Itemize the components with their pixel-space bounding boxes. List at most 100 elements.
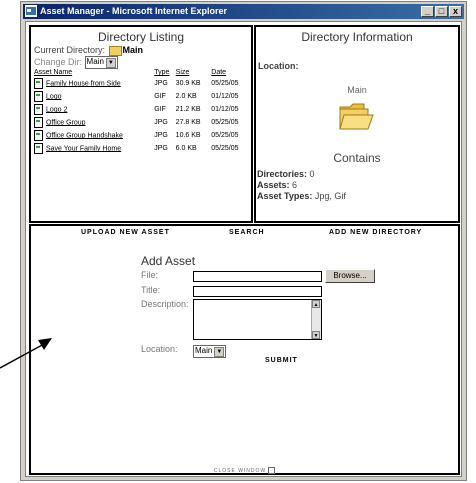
asset-date: 05/25/05 xyxy=(211,145,239,152)
browse-button[interactable]: Browse... xyxy=(325,269,375,283)
current-directory: Current Directory: Main xyxy=(34,45,143,56)
assets-table: Asset Name Type Size Date Family House f… xyxy=(34,69,250,155)
folder-icon xyxy=(339,103,374,130)
asset-type: GIF xyxy=(154,106,166,113)
close-window-label: CLOSE WINDOW xyxy=(213,467,267,474)
change-dir-label: Change Dir: xyxy=(34,56,83,67)
asset-size: 6.0 KB xyxy=(175,145,197,152)
asset-name-link[interactable]: Logo xyxy=(46,93,62,100)
asset-type: JPG xyxy=(154,132,168,139)
asset-size: 30.9 KB xyxy=(175,80,201,87)
file-input[interactable] xyxy=(193,271,322,282)
add-new-directory-link[interactable]: ADD NEW DIRECTORY xyxy=(329,229,422,236)
table-row[interactable]: Save Your Family Home JPG 6.0 KB 05/25/0… xyxy=(34,142,250,155)
current-directory-label: Current Directory: xyxy=(34,45,106,55)
change-directory: Change Dir: Main ▼ xyxy=(34,56,118,69)
location-label: Location: xyxy=(258,61,299,71)
search-link[interactable]: SEARCH xyxy=(229,229,265,236)
col-size[interactable]: Size xyxy=(176,69,212,77)
document-icon xyxy=(34,143,43,154)
asset-name-link[interactable]: Save Your Family Home xyxy=(46,145,121,152)
asset-date: 01/12/05 xyxy=(211,93,239,100)
assets-stat: Assets: 6 xyxy=(257,180,297,190)
scrollbar[interactable]: ▲ ▼ xyxy=(311,300,321,339)
table-row[interactable]: Family House from Side JPG 30.9 KB 05/25… xyxy=(34,77,250,90)
document-icon xyxy=(34,91,43,102)
asset-size: 2.0 KB xyxy=(175,93,197,100)
table-row[interactable]: Logo 2 GIF 21.2 KB 01/12/05 xyxy=(34,103,250,116)
assets-label: Assets: xyxy=(257,180,290,190)
table-row[interactable]: Office Group Handshake JPG 10.6 KB 05/25… xyxy=(34,129,250,142)
add-asset-panel: UPLOAD NEW ASSET SEARCH ADD NEW DIRECTOR… xyxy=(29,224,460,475)
location-select[interactable]: Main ▼ xyxy=(193,345,227,359)
scroll-up-icon[interactable]: ▲ xyxy=(312,300,320,308)
pointer-arrow xyxy=(0,338,52,369)
asset-date: 05/25/05 xyxy=(211,119,239,126)
location-label: Location: xyxy=(141,344,178,354)
col-type[interactable]: Type xyxy=(154,69,175,77)
asset-date: 01/12/05 xyxy=(211,106,239,113)
directory-listing-panel: Directory Listing Current Directory: Mai… xyxy=(29,25,253,223)
asset-type: GIF xyxy=(154,93,166,100)
window-title: Asset Manager - Microsoft Internet Explo… xyxy=(40,6,228,16)
asset-date: 05/25/05 xyxy=(211,132,239,139)
description-textarea[interactable]: ▲ ▼ xyxy=(193,299,322,340)
asset-size: 27.8 KB xyxy=(175,119,201,126)
assets-value: 6 xyxy=(292,180,298,190)
page-content: Directory Listing Current Directory: Mai… xyxy=(25,21,462,477)
close-icon xyxy=(268,467,276,474)
submit-button[interactable]: SUBMIT xyxy=(265,357,298,364)
directory-information-panel: Directory Information Location: Main Con… xyxy=(254,25,460,223)
asset-name-link[interactable]: Office Group xyxy=(46,119,86,126)
document-icon xyxy=(34,104,43,115)
table-row[interactable]: Office Group JPG 27.8 KB 05/25/05 xyxy=(34,116,250,129)
add-asset-title: Add Asset xyxy=(141,254,196,268)
asset-name-link[interactable]: Logo 2 xyxy=(46,106,67,113)
close-window-link[interactable]: CLOSE WINDOW xyxy=(31,467,458,474)
asset-size: 21.2 KB xyxy=(175,106,201,113)
title-bar: Asset Manager - Microsoft Internet Explo… xyxy=(23,4,464,19)
asset-type: JPG xyxy=(154,119,168,126)
minimize-button[interactable]: _ xyxy=(421,6,434,17)
col-asset-name[interactable]: Asset Name xyxy=(34,69,154,77)
directories-value: 0 xyxy=(309,169,315,179)
upload-new-asset-link[interactable]: UPLOAD NEW ASSET xyxy=(81,229,170,236)
col-date[interactable]: Date xyxy=(211,69,250,77)
asset-type: JPG xyxy=(154,80,168,87)
title-input[interactable] xyxy=(193,286,322,297)
asset-name-link[interactable]: Office Group Handshake xyxy=(46,132,123,139)
asset-size: 10.6 KB xyxy=(175,132,201,139)
asset-types-value: Jpg, Gif xyxy=(314,191,346,201)
asset-name-link[interactable]: Family House from Side xyxy=(46,80,121,87)
chevron-down-icon: ▼ xyxy=(214,347,225,358)
title-label: Title: xyxy=(141,285,161,295)
contains-title: Contains xyxy=(333,151,381,165)
browser-window: Asset Manager - Microsoft Internet Explo… xyxy=(20,1,467,481)
document-icon xyxy=(34,130,43,141)
document-icon xyxy=(34,117,43,128)
document-icon xyxy=(34,78,43,89)
directories-stat: Directories: 0 xyxy=(257,169,315,179)
current-directory-value: Main xyxy=(122,45,144,55)
directory-listing-title: Directory Listing xyxy=(97,30,185,44)
asset-types-label: Asset Types: xyxy=(257,191,313,201)
scroll-down-icon[interactable]: ▼ xyxy=(312,331,320,339)
file-label: File: xyxy=(141,270,159,280)
directory-information-title: Directory Information xyxy=(301,30,413,44)
location-value: Main xyxy=(195,346,213,356)
location-select-wrap: Main ▼ xyxy=(193,343,227,361)
asset-date: 05/25/05 xyxy=(211,80,239,87)
asset-type: JPG xyxy=(154,145,168,152)
folder-name: Main xyxy=(347,85,367,95)
directories-label: Directories: xyxy=(257,169,308,179)
close-button[interactable]: x xyxy=(449,6,462,17)
change-dir-value: Main xyxy=(86,57,104,66)
asset-types-stat: Asset Types: Jpg, Gif xyxy=(257,191,346,201)
description-label: Description: xyxy=(141,299,189,309)
maximize-button[interactable]: □ xyxy=(435,6,448,17)
ie-icon xyxy=(25,5,37,17)
folder-icon xyxy=(108,45,122,56)
change-dir-select[interactable]: Main ▼ xyxy=(84,56,118,69)
chevron-down-icon: ▼ xyxy=(105,58,116,68)
table-row[interactable]: Logo GIF 2.0 KB 01/12/05 xyxy=(34,90,250,103)
